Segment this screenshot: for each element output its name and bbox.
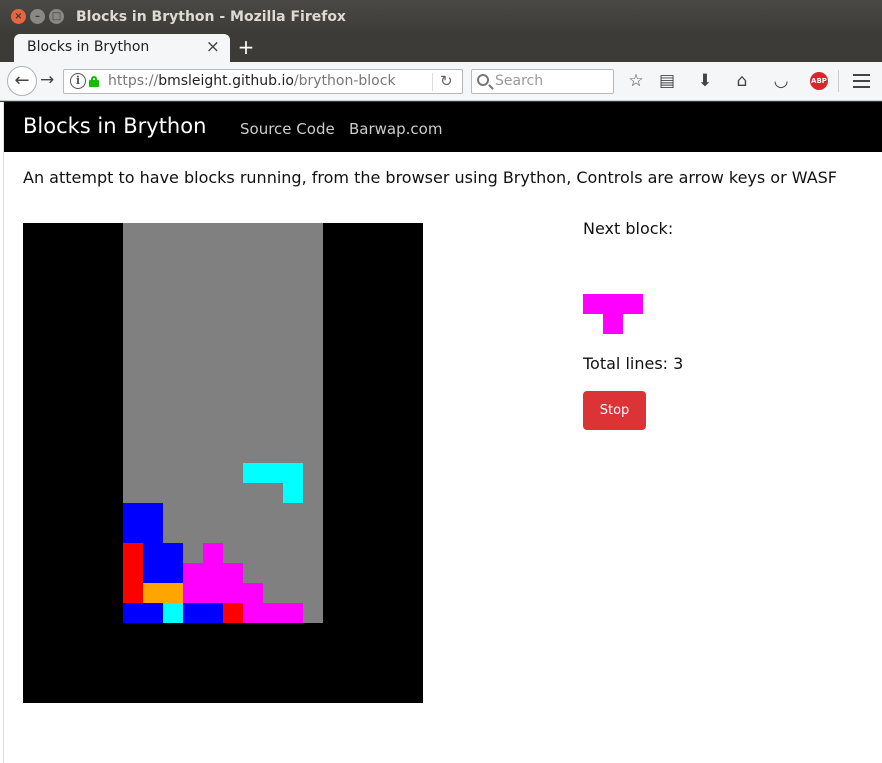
settled-block-cell (203, 543, 223, 563)
nav-link-source-code[interactable]: Source Code (240, 120, 335, 138)
close-window-icon[interactable]: × (11, 9, 26, 24)
next-block-cell (603, 294, 623, 314)
tab-label: Blocks in Brython (27, 39, 150, 55)
bookmark-star-icon[interactable]: ☆ (625, 70, 647, 92)
settled-block-cell (243, 583, 263, 603)
stop-button[interactable]: Stop (583, 391, 646, 430)
download-icon[interactable]: ⬇ (694, 70, 716, 92)
url-divider (432, 73, 433, 91)
falling-block-cell (283, 463, 303, 483)
next-block-preview (583, 294, 643, 334)
tab-close-icon[interactable]: × (206, 37, 220, 57)
settled-block-cell (203, 583, 223, 603)
window-title: Blocks in Brython - Mozilla Firefox (76, 9, 346, 25)
settled-block-cell (203, 563, 223, 583)
settled-block-cell (163, 543, 183, 563)
total-lines-label: Total lines: 3 (583, 354, 684, 373)
settled-block-cell (143, 603, 163, 623)
url-bar[interactable]: i https://bmsleight.github.io/brython-bl… (63, 69, 463, 94)
settled-block-cell (183, 603, 203, 623)
settled-block-cell (243, 603, 263, 623)
info-icon[interactable]: i (70, 73, 86, 89)
settled-block-cell (123, 603, 143, 623)
settled-block-cell (223, 603, 243, 623)
settled-block-cell (123, 543, 143, 563)
tab-active[interactable]: Blocks in Brython × (14, 34, 230, 62)
intro-text: An attempt to have blocks running, from … (23, 168, 837, 187)
settled-block-cell (123, 503, 143, 523)
search-placeholder: Search (495, 73, 544, 89)
page-left-edge (0, 102, 4, 763)
game-well (123, 223, 323, 623)
settled-block-cell (183, 583, 203, 603)
falling-block-cell (283, 483, 303, 503)
new-tab-icon[interactable]: + (236, 35, 256, 59)
settled-block-cell (223, 583, 243, 603)
next-block-cell (603, 314, 623, 334)
settled-block-cell (123, 523, 143, 543)
maximize-window-icon[interactable]: □ (49, 9, 64, 24)
settled-block-cell (263, 603, 283, 623)
reload-icon[interactable]: ↻ (440, 72, 453, 90)
nav-link-barwap[interactable]: Barwap.com (349, 120, 442, 138)
lock-icon (89, 76, 99, 87)
settled-block-cell (283, 603, 303, 623)
falling-block-cell (263, 463, 283, 483)
settled-block-cell (183, 563, 203, 583)
settled-block-cell (143, 563, 163, 583)
settled-block-cell (223, 563, 243, 583)
settled-block-cell (123, 563, 143, 583)
back-arrow-icon[interactable]: ← (7, 66, 37, 96)
minimize-window-icon[interactable]: – (30, 9, 45, 24)
settled-block-cell (203, 603, 223, 623)
forward-arrow-icon[interactable]: → (40, 70, 54, 90)
search-icon (477, 74, 489, 86)
next-block-label: Next block: (583, 219, 674, 238)
search-bar[interactable]: Search (471, 69, 614, 94)
next-block-cell (583, 294, 603, 314)
reading-list-icon[interactable]: ▤ (656, 70, 678, 92)
falling-block-cell (243, 463, 263, 483)
settled-block-cell (143, 543, 163, 563)
settled-block-cell (163, 583, 183, 603)
toolbar-divider (838, 70, 839, 92)
settled-block-cell (163, 603, 183, 623)
adblock-icon[interactable]: ABP (810, 72, 828, 90)
pocket-icon[interactable]: ◡ (770, 70, 792, 92)
settled-block-cell (163, 563, 183, 583)
title-bar: × – □ Blocks in Brython - Mozilla Firefo… (0, 0, 882, 34)
game-board[interactable] (23, 223, 423, 703)
settled-block-cell (143, 523, 163, 543)
home-icon[interactable]: ⌂ (731, 70, 753, 92)
next-block-cell (623, 294, 643, 314)
hamburger-menu-icon[interactable] (853, 74, 870, 88)
settled-block-cell (143, 503, 163, 523)
settled-block-cell (143, 583, 163, 603)
settled-block-cell (123, 583, 143, 603)
browser-window: × – □ Blocks in Brython - Mozilla Firefo… (0, 0, 882, 763)
site-brand[interactable]: Blocks in Brython (23, 114, 206, 138)
url-text[interactable]: https://bmsleight.github.io/brython-bloc… (108, 73, 396, 89)
